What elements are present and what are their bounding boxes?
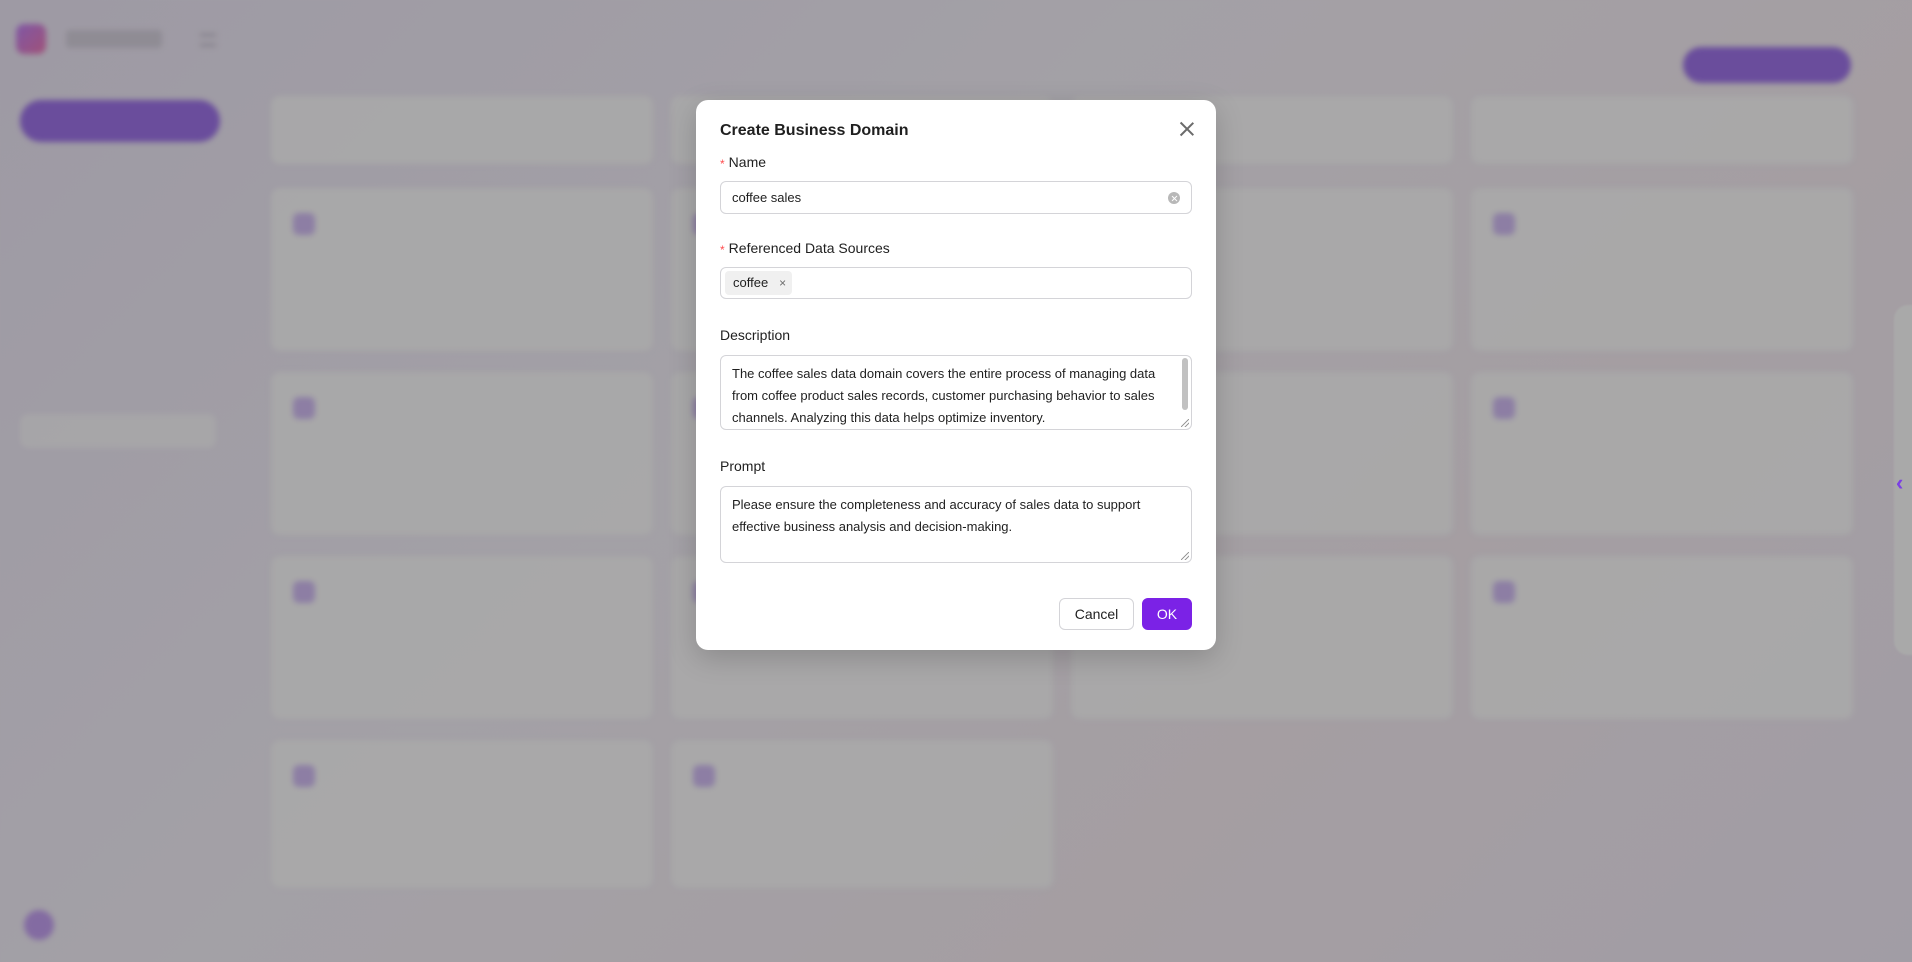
- description-textarea[interactable]: The coffee sales data domain covers the …: [720, 355, 1192, 430]
- data-sources-label: * Referenced Data Sources: [720, 240, 890, 257]
- clear-input-icon[interactable]: [1168, 192, 1180, 204]
- description-label: Description: [720, 327, 791, 343]
- close-icon[interactable]: [1176, 118, 1198, 140]
- prompt-text[interactable]: Please ensure the completeness and accur…: [721, 487, 1191, 538]
- data-sources-label-text: Referenced Data Sources: [728, 240, 890, 256]
- data-source-tag: coffee ×: [725, 271, 793, 295]
- scrollbar[interactable]: [1182, 358, 1188, 410]
- cancel-button[interactable]: Cancel: [1059, 598, 1134, 630]
- prompt-label: Prompt: [720, 458, 766, 474]
- data-sources-select[interactable]: coffee ×: [720, 267, 1192, 299]
- name-input[interactable]: [721, 182, 1141, 213]
- resize-handle-icon[interactable]: [1181, 552, 1189, 560]
- prompt-textarea[interactable]: Please ensure the completeness and accur…: [720, 486, 1192, 563]
- required-asterisk: *: [720, 243, 725, 257]
- name-label-text: Name: [728, 154, 767, 170]
- chevron-left-icon: ‹: [1896, 470, 1904, 495]
- name-label: * Name: [720, 154, 767, 171]
- name-field[interactable]: [720, 181, 1192, 214]
- tag-label: coffee: [733, 275, 769, 290]
- dialog-title: Create Business Domain: [720, 122, 909, 139]
- resize-handle-icon[interactable]: [1181, 419, 1189, 427]
- remove-tag-icon[interactable]: ×: [779, 271, 786, 295]
- description-text[interactable]: The coffee sales data domain covers the …: [721, 356, 1191, 429]
- ok-button[interactable]: OK: [1142, 598, 1192, 630]
- create-business-domain-dialog: Create Business Domain *Name *Referenced…: [696, 100, 1216, 650]
- required-asterisk: *: [720, 157, 725, 171]
